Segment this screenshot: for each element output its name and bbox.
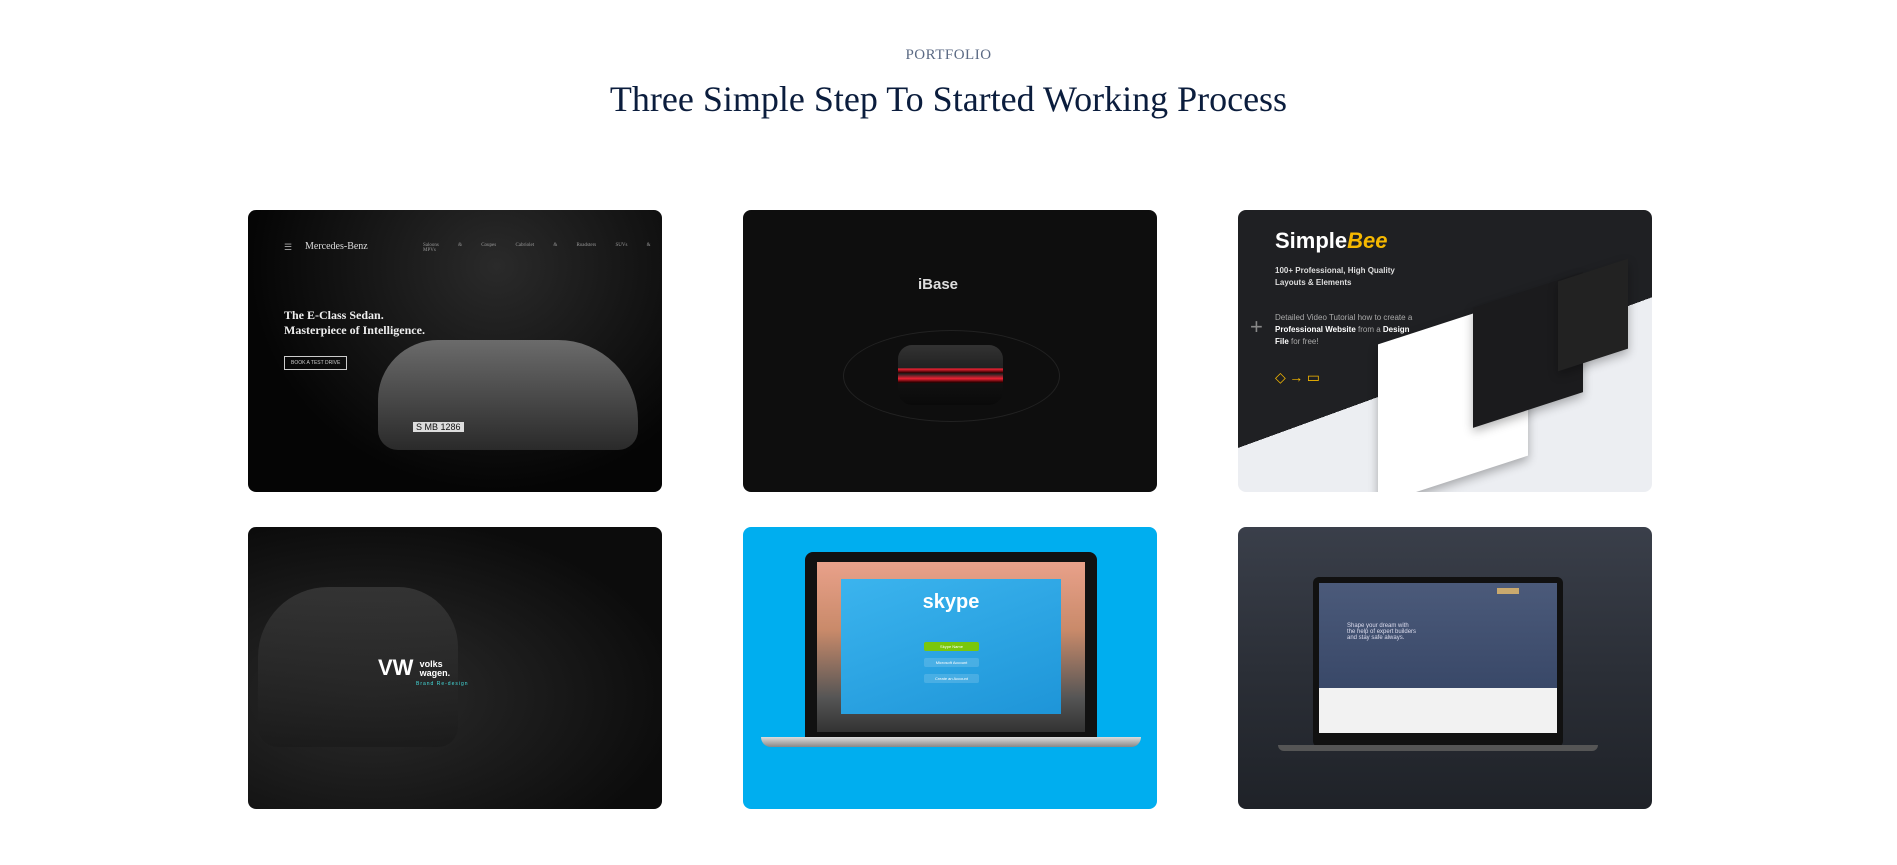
portfolio-card-simplebee[interactable]: SimpleBee 100+ Professional, High Qualit…: [1238, 210, 1652, 492]
laptop-base: [761, 737, 1141, 747]
brand-part: Simple: [1275, 228, 1348, 253]
create-account-button: Create an Account: [924, 674, 979, 683]
laptop-image: Shape your dream with the help of expert…: [1313, 577, 1563, 747]
text: from a: [1355, 325, 1383, 334]
menu-icon: ☰: [284, 242, 293, 252]
laptop-image: skype Skype Name Microsoft Account Creat…: [805, 552, 1097, 737]
subtitle: 100+ Professional, High Quality Layouts …: [1275, 266, 1395, 287]
microsoft-account-button: Microsoft Account: [924, 658, 979, 667]
brand-name: Mercedes-Benz: [305, 241, 368, 252]
cta-button: BOOK A TEST DRIVE: [284, 356, 348, 370]
text: Professional Website: [1275, 325, 1356, 334]
cta-button: [1497, 588, 1519, 594]
text: for free!: [1288, 337, 1319, 346]
brand-part: Bee: [1347, 228, 1388, 253]
brand-name: skype: [922, 591, 980, 613]
section-eyebrow: PORTFOLIO: [905, 47, 992, 63]
skype-window: skype Skype Name Microsoft Account Creat…: [841, 579, 1061, 714]
tagline: Brand Re-design: [416, 681, 469, 687]
plus-icon: +: [1250, 314, 1263, 339]
device-image: [898, 345, 1003, 405]
brand-name: SimpleBee: [1275, 228, 1388, 254]
laptop-screen: skype Skype Name Microsoft Account Creat…: [817, 562, 1085, 732]
car-image: [378, 340, 638, 450]
portfolio-card-mercedes[interactable]: ☰ Mercedes-Benz Saloons & Coupes Cabriol…: [248, 210, 662, 492]
brand-name: iBase: [918, 276, 959, 293]
portfolio-card-ibase[interactable]: iBase: [743, 210, 1157, 492]
sketch-to-web-icon: ◇ → ▭: [1275, 371, 1320, 386]
headline-line: The E-Class Sedan.: [284, 308, 384, 322]
skype-name-button: Skype Name: [924, 642, 979, 651]
nav-text: Saloons & Coupes Cabriolet & Roadsters S…: [423, 243, 651, 253]
text: Detailed Video Tutorial how to create a: [1275, 313, 1413, 322]
laptop-base: [1278, 745, 1598, 751]
headline: The E-Class Sedan. Masterpiece of Intelli…: [284, 308, 425, 338]
portfolio-card-volkswagen[interactable]: VW volks wagen. Brand Re-design: [248, 527, 662, 809]
license-plate: S MB 1286: [413, 422, 464, 432]
portfolio-card-skype[interactable]: skype Skype Name Microsoft Account Creat…: [743, 527, 1157, 809]
headline: Shape your dream with the help of expert…: [1347, 623, 1417, 641]
portfolio-card-builders[interactable]: Shape your dream with the help of expert…: [1238, 527, 1652, 809]
brand-logo: VW volks wagen.: [378, 655, 451, 680]
brand-part: wagen.: [419, 668, 451, 679]
section-title: Three Simple Step To Started Working Pro…: [609, 79, 1288, 119]
laptop-screen: Shape your dream with the help of expert…: [1319, 583, 1557, 733]
headline-line: Masterpiece of Intelligence.: [284, 323, 425, 337]
